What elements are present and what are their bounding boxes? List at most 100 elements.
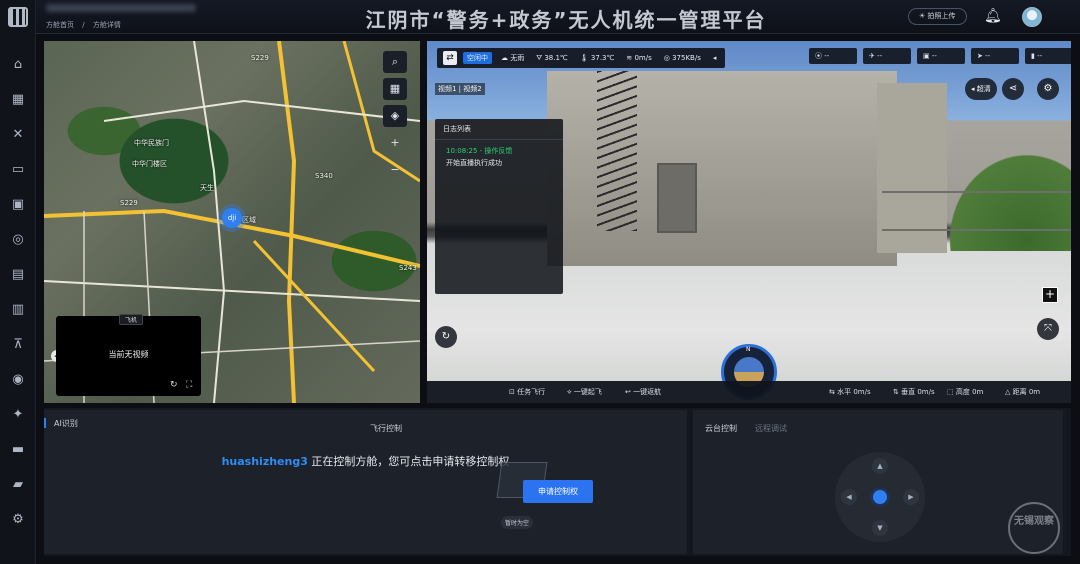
temp-chip: 🌡︎ 37.3℃ bbox=[579, 54, 615, 62]
map-icon[interactable]: ▦ bbox=[9, 91, 27, 109]
temp-value: 38.1℃ bbox=[544, 53, 568, 62]
aircraft-video-pip: 飞机 当前无视频 ↻ ⛶ bbox=[56, 314, 201, 396]
vertical-speed: ⇅ 垂直 0m/s bbox=[893, 388, 935, 396]
user-avatar[interactable] bbox=[1022, 7, 1042, 27]
app-logo bbox=[8, 7, 28, 27]
fullscreen-icon[interactable]: ⤧ bbox=[1037, 318, 1059, 340]
altitude: ⬚ 高度 0m bbox=[947, 388, 984, 396]
globe-icon[interactable]: ◉ bbox=[9, 371, 27, 389]
watermark-seal: 无锡观察 bbox=[1008, 502, 1060, 554]
refresh-icon[interactable]: ↻ bbox=[435, 326, 457, 348]
breadcrumb: 方舱首页 / 方舱详情 bbox=[46, 20, 127, 30]
telemetry-value: -- bbox=[877, 52, 883, 60]
drone-icon[interactable]: ✕ bbox=[9, 126, 27, 144]
flight-control-title: 飞行控制 bbox=[370, 424, 402, 433]
pip-tag: 飞机 bbox=[119, 314, 144, 325]
center-button[interactable] bbox=[870, 487, 890, 507]
settings-icon[interactable]: ⚙ bbox=[1037, 78, 1059, 100]
media-icon[interactable]: ▤ bbox=[9, 266, 27, 284]
map-label: S243 bbox=[399, 264, 417, 272]
wind-value: 0m/s bbox=[634, 54, 652, 62]
bell-icon[interactable]: 🔔︎ bbox=[984, 8, 1002, 24]
signal-tower-icon[interactable]: ⊼ bbox=[9, 336, 27, 354]
share-icon[interactable]: ⋖ bbox=[1002, 78, 1024, 100]
search-icon[interactable]: ⌕ bbox=[383, 51, 407, 73]
task-flight-button[interactable]: ⊡ 任务飞行 bbox=[509, 387, 545, 397]
telemetry-bar: ⇄ 空闲中 ☁ 无雨 ⛛ 38.1℃ 🌡︎ 37.3℃ ≋ 0m/s ◎ 375… bbox=[437, 48, 726, 68]
building-icon[interactable]: ▥ bbox=[9, 301, 27, 319]
control-status-message: huashizheng3 正在控制方舱，您可点击申请转移控制权 bbox=[44, 453, 687, 469]
left-nav-rail: ⌂ ▦ ✕ ▭ ▣ ◎ ▤ ▥ ⊼ ◉ ✦ ▬ ▰ ⚙ bbox=[0, 0, 36, 564]
dock-icon[interactable]: ▭ bbox=[9, 161, 27, 179]
video-scene bbox=[657, 163, 697, 233]
map-label: 区域 bbox=[242, 216, 256, 224]
wind-chip: ≋ 0m/s bbox=[626, 54, 652, 62]
log-message: 开始直播执行成功 bbox=[446, 159, 502, 167]
fullscreen-icon[interactable]: ⛶ bbox=[186, 380, 192, 390]
altitude-value: 高度 0m bbox=[955, 388, 984, 396]
up-arrow-icon[interactable]: ▲ bbox=[872, 458, 888, 474]
apps-icon[interactable]: ▣ bbox=[9, 196, 27, 214]
log-time: 10:08:25 - 操作反馈 bbox=[446, 147, 513, 155]
crumb-home[interactable]: 方舱首页 bbox=[46, 21, 74, 29]
drone-location-pin[interactable]: dji bbox=[222, 208, 242, 228]
flight-command-bar: ⊡ 任务飞行 ⟡ 一键起飞 ↩ 一键返航 ⇆ 水平 0m/s ⇅ 垂直 0m/s… bbox=[427, 381, 1071, 403]
tab-remote-debug[interactable]: 远程调试 bbox=[755, 423, 787, 434]
status-badge: 空闲中 bbox=[463, 52, 492, 64]
network-chip: ◎ 375KB/s bbox=[663, 54, 701, 62]
layers-icon[interactable]: ◈ bbox=[383, 105, 407, 127]
temp-value: 37.3℃ bbox=[590, 54, 615, 62]
crumb-current: 方舱详情 bbox=[92, 21, 121, 29]
quality-selector[interactable]: ◂ 超清 bbox=[965, 78, 997, 100]
compass-north: N bbox=[746, 346, 751, 353]
map-label: S340 bbox=[315, 172, 333, 180]
telemetry-value: -- bbox=[931, 52, 937, 60]
telemetry-value: -- bbox=[985, 52, 991, 60]
grid-icon[interactable]: ▦ bbox=[383, 78, 407, 100]
header-action-label: 拍照上传 bbox=[927, 12, 956, 20]
tab-gimbal-control[interactable]: 云台控制 bbox=[705, 423, 737, 434]
refresh-icon[interactable]: ↻ bbox=[170, 380, 178, 390]
ai-icon[interactable]: ✦ bbox=[9, 406, 27, 424]
expand-arrow-icon[interactable]: ◂ bbox=[710, 54, 720, 62]
task-flight-label: 任务飞行 bbox=[517, 388, 546, 396]
folder-icon[interactable]: ▰ bbox=[9, 476, 27, 494]
left-arrow-icon[interactable]: ◀ bbox=[841, 489, 857, 505]
return-label: 一键返航 bbox=[633, 388, 662, 396]
page-title: 江阴市“警务+政务”无人机统一管理平台 bbox=[365, 8, 767, 32]
home-icon[interactable]: ⌂ bbox=[9, 56, 27, 74]
map-label: 天生 bbox=[200, 184, 214, 192]
vertical-speed-value: 垂直 0m/s bbox=[901, 388, 935, 396]
telemetry-value: -- bbox=[1037, 52, 1043, 60]
telemetry-chip: ➤ -- bbox=[971, 48, 1019, 64]
watermark-text: 无锡观察 bbox=[1014, 516, 1054, 527]
weather-value: 无雨 bbox=[510, 54, 525, 62]
map-controls: ⌕ ▦ ◈ + − bbox=[383, 51, 407, 186]
gimbal-dpad[interactable]: ▲ ▼ ◀ ▶ bbox=[835, 452, 925, 542]
add-icon[interactable]: + bbox=[1042, 287, 1058, 303]
quality-label: 超清 bbox=[976, 85, 991, 93]
zoom-out-icon[interactable]: − bbox=[383, 159, 407, 181]
request-control-button[interactable]: 申请控制权 bbox=[523, 480, 593, 503]
telemetry-chip: ⦿ -- bbox=[809, 48, 857, 64]
video-tabs[interactable]: 视频1 | 视频2 bbox=[435, 83, 485, 95]
gear-icon[interactable]: ⚙ bbox=[9, 511, 27, 529]
down-arrow-icon[interactable]: ▼ bbox=[872, 520, 888, 536]
temp-chip: ⛛ 38.1℃ bbox=[536, 53, 568, 62]
dock-icon[interactable]: ⇄ bbox=[443, 51, 457, 65]
ai-flight-section: AI识别 飞行控制 huashizheng3 正在控制方舱，您可点击申请转移控制… bbox=[44, 410, 687, 554]
takeoff-label: 一键起飞 bbox=[573, 388, 602, 396]
aircraft-telemetry: ⦿ -- ✈ -- ▣ -- ➤ -- ▮ -- bbox=[809, 48, 1071, 64]
route-icon[interactable]: ◎ bbox=[9, 231, 27, 249]
ai-title: AI识别 bbox=[54, 419, 78, 428]
weather-chip: ☁ 无雨 bbox=[501, 54, 525, 62]
telemetry-chip: ▮ -- bbox=[1025, 48, 1071, 64]
takeoff-button[interactable]: ⟡ 一键起飞 bbox=[567, 387, 602, 397]
zoom-in-icon[interactable]: + bbox=[383, 132, 407, 154]
server-icon[interactable]: ▬ bbox=[9, 441, 27, 459]
right-arrow-icon[interactable]: ▶ bbox=[903, 489, 919, 505]
return-home-button[interactable]: ↩ 一键返航 bbox=[625, 387, 661, 397]
crumb-separator: / bbox=[82, 21, 85, 29]
section-marker bbox=[44, 418, 46, 428]
header-action-button[interactable]: ☀ 拍照上传 bbox=[908, 8, 967, 25]
